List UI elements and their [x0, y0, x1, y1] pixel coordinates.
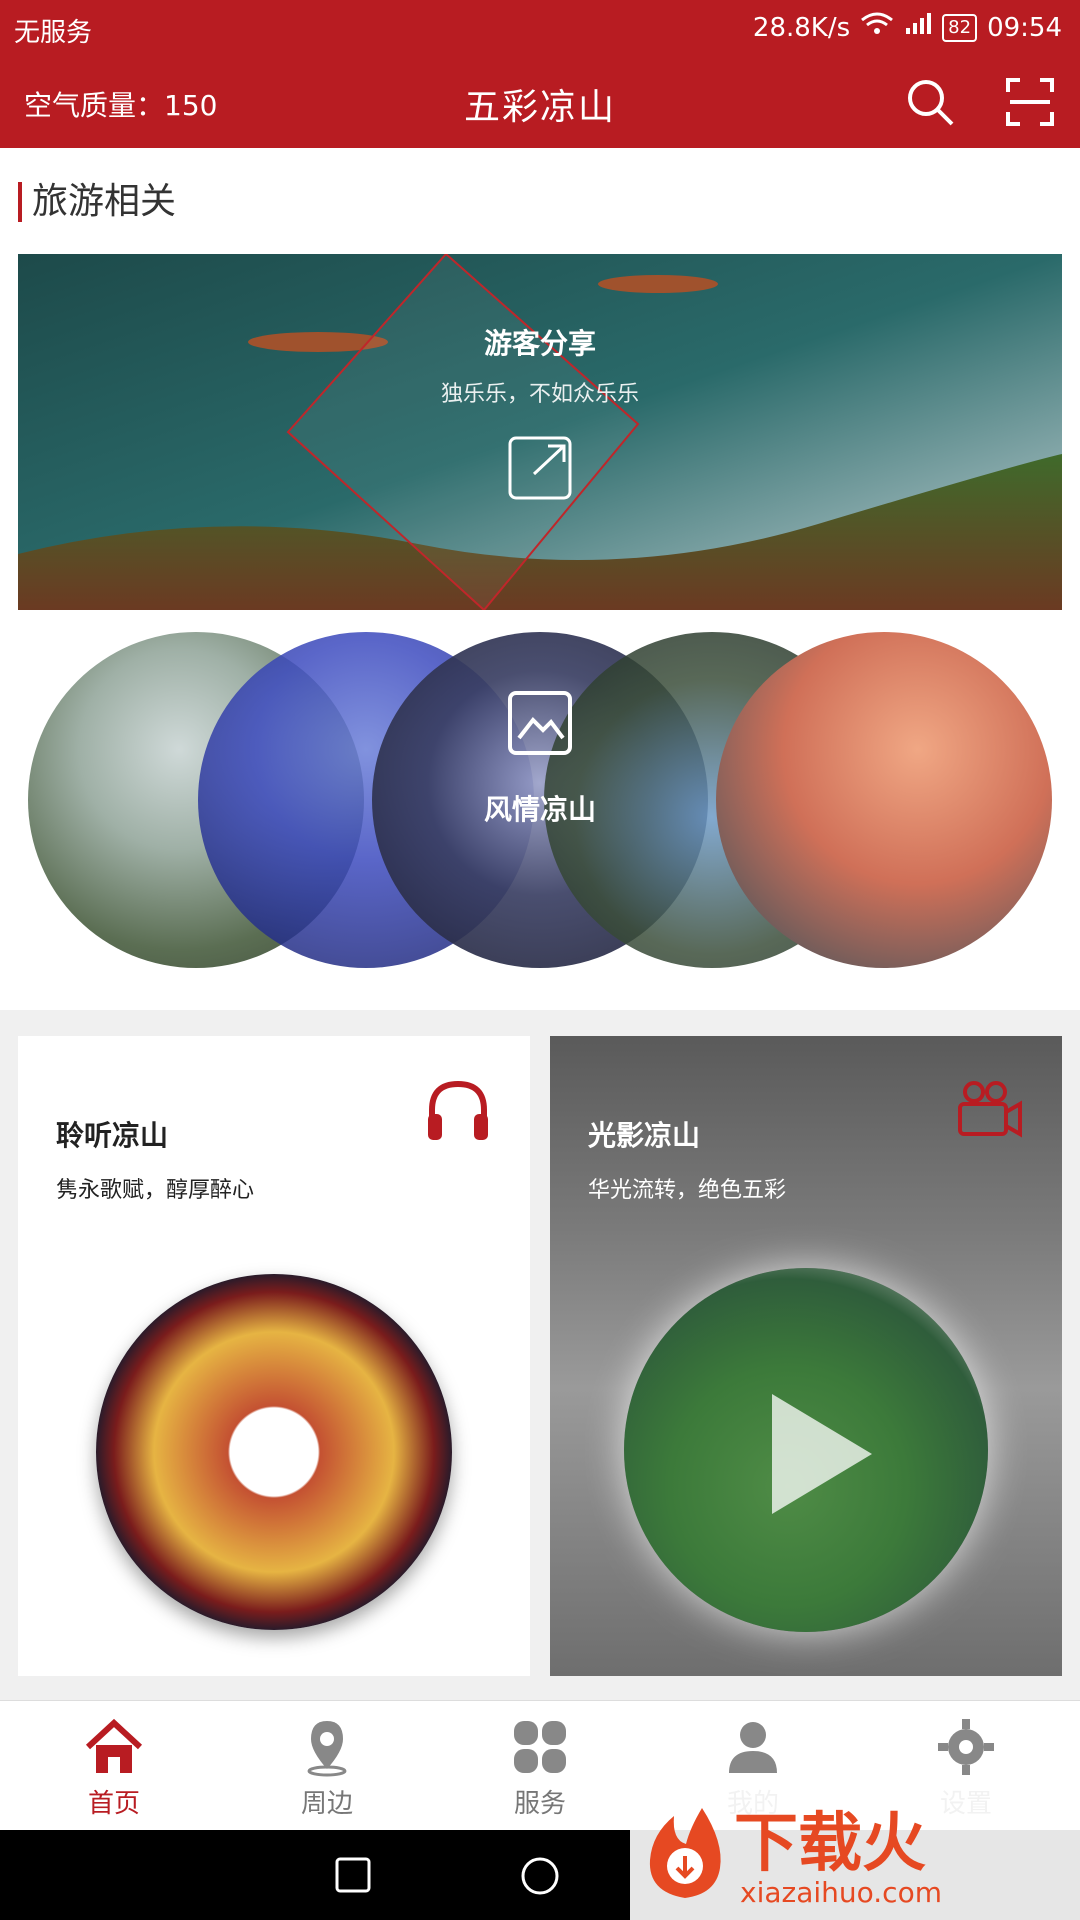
battery-icon: 82 [942, 13, 978, 42]
banner-image [18, 254, 1062, 610]
video-camera-icon [954, 1074, 1026, 1146]
app-header: 空气质量：150 五彩凉山 [0, 56, 1080, 148]
tab-home-label: 首页 [87, 1789, 140, 1819]
tab-nearby[interactable]: 周边 [219, 1701, 435, 1831]
carrier-text: 无服务 [14, 18, 93, 48]
main-content: 旅游相关 游客分享 独乐乐，不如众乐乐 风情凉山 [0, 148, 1080, 1010]
watermark-brand: 下载火 [734, 1807, 926, 1881]
headphones-icon [422, 1074, 494, 1146]
tab-nearby-label: 周边 [300, 1789, 353, 1819]
banner-subtitle: 独乐乐，不如众乐乐 [440, 382, 639, 407]
banner-title: 游客分享 [483, 327, 596, 360]
user-icon [729, 1722, 777, 1773]
scan-icon[interactable] [1004, 76, 1056, 128]
tab-services[interactable]: 服务 [432, 1701, 648, 1831]
listen-title: 聆听凉山 [56, 1119, 169, 1152]
scenery-circles[interactable]: 风情凉山 [0, 632, 1080, 982]
scenery-label: 风情凉山 [483, 793, 596, 826]
wifi-icon [860, 12, 894, 43]
tab-services-label: 服务 [513, 1789, 566, 1819]
video-title: 光影凉山 [588, 1119, 701, 1152]
watermark-url: xiazaihuo.com [740, 1876, 942, 1909]
play-icon[interactable] [772, 1394, 872, 1514]
signal-icon [904, 12, 932, 43]
services-grid-icon [514, 1721, 566, 1773]
media-cards: 聆听凉山 隽永歌赋，醇厚醉心 光影凉山 华光流转，绝色五彩 [0, 1016, 1080, 1700]
section-title: 旅游相关 [18, 182, 176, 222]
status-bar: 无服务 28.8K/s 82 09:54 [0, 0, 1080, 56]
tab-home[interactable]: 首页 [6, 1701, 222, 1831]
gear-icon [938, 1719, 994, 1775]
video-subtitle: 华光流转，绝色五彩 [588, 1178, 787, 1203]
search-icon[interactable] [904, 76, 956, 128]
picture-icon [507, 690, 573, 756]
home-icon [85, 1718, 143, 1773]
recents-button[interactable] [334, 1856, 372, 1898]
listen-subtitle: 隽永歌赋，醇厚醉心 [56, 1178, 255, 1203]
video-card[interactable]: 光影凉山 华光流转，绝色五彩 [550, 1036, 1062, 1676]
status-right: 28.8K/s 82 09:54 [753, 12, 1062, 43]
location-pin-icon [307, 1721, 347, 1777]
network-speed: 28.8K/s [752, 12, 851, 43]
watermark-flame-icon [649, 1808, 721, 1898]
watermark: 下载火 xiazaihuo.com [630, 1780, 1080, 1920]
clock: 09:54 [987, 12, 1062, 43]
tourist-share-banner[interactable]: 游客分享 独乐乐，不如众乐乐 [18, 254, 1062, 610]
home-button[interactable] [520, 1856, 560, 1900]
listen-card[interactable]: 聆听凉山 隽永歌赋，醇厚醉心 [18, 1036, 530, 1676]
music-disc[interactable] [96, 1274, 452, 1630]
